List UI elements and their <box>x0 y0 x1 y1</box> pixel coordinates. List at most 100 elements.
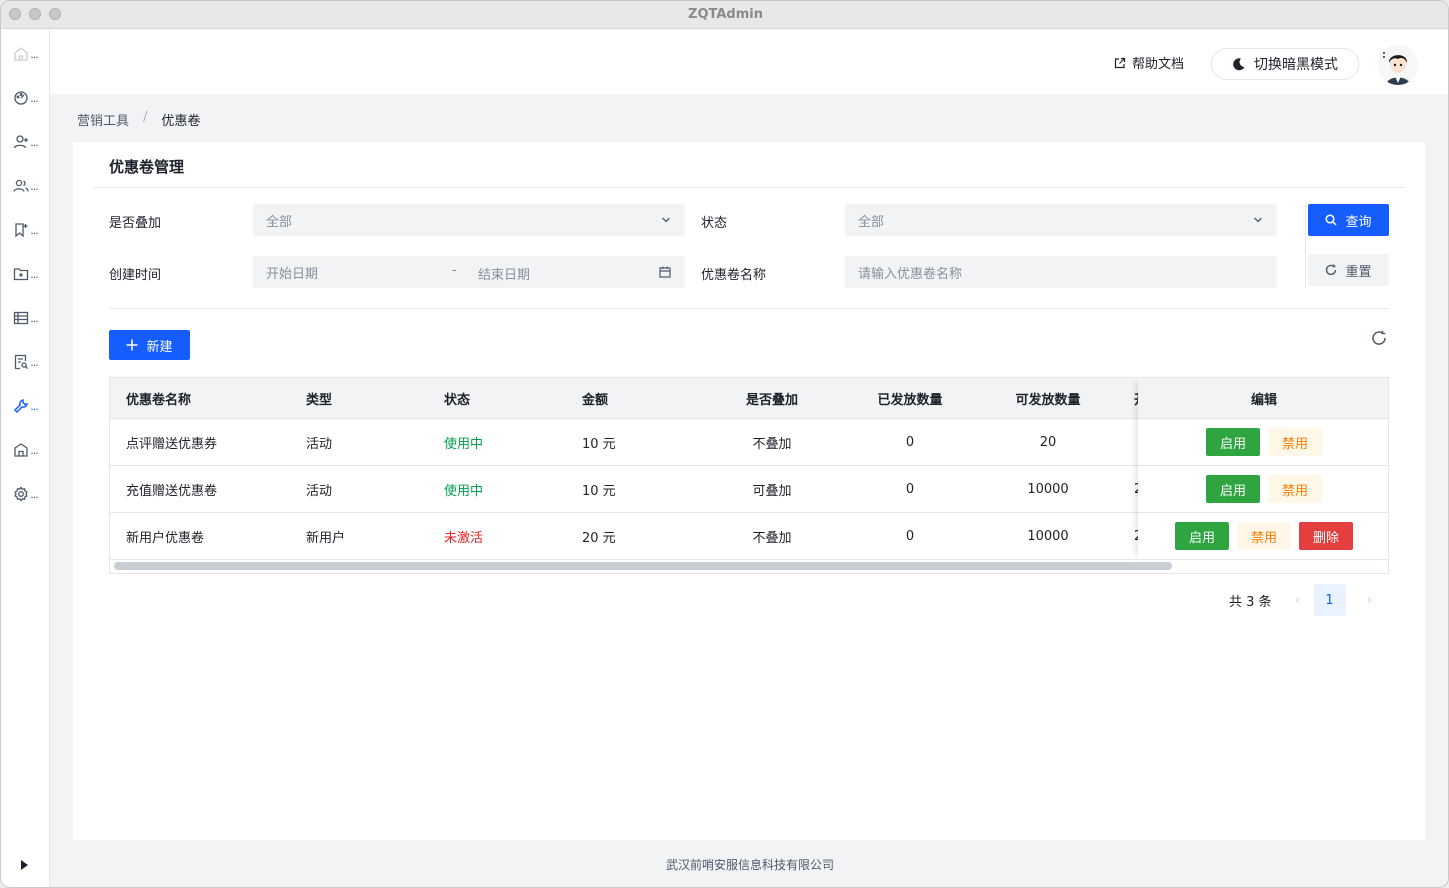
stack-filter-value: 全部 <box>266 214 293 230</box>
sidebar-item-label: ... <box>30 443 38 457</box>
cell-amount: 20 元 <box>582 530 616 546</box>
stack-filter-select[interactable]: 全部 <box>253 204 685 236</box>
plus-icon <box>126 339 138 351</box>
breadcrumb: 营销工具 / 优惠卷 <box>77 110 200 129</box>
start-date-placeholder[interactable]: 开始日期 <box>266 263 318 282</box>
sidebar-item-bookmark[interactable]: ... <box>1 215 50 245</box>
sidebar-item-label: ... <box>30 311 38 325</box>
sidebar-item-home[interactable]: ... <box>1 39 50 69</box>
sidebar-item-label: ... <box>30 267 38 281</box>
cell-available: 10000 <box>1027 528 1069 544</box>
refresh-icon <box>1326 264 1337 276</box>
date-range-separator: - <box>452 263 457 278</box>
sidebar-item-settings[interactable]: ... <box>1 479 50 509</box>
help-docs-link[interactable]: 帮助文档 <box>1114 53 1184 72</box>
search-icon <box>1325 214 1338 226</box>
section-divider <box>109 308 1389 309</box>
sidebar-item-label: ... <box>30 91 38 105</box>
table-icon <box>14 311 29 325</box>
actions-column: 编辑 启用 禁用 启用 禁用 启用 禁用 删除 <box>1138 378 1388 560</box>
user-avatar[interactable] <box>1378 45 1418 85</box>
cell-stack: 可叠加 <box>752 483 792 499</box>
dark-mode-toggle-button[interactable]: 切换暗黑模式 <box>1211 48 1359 80</box>
col-header-available: 可发放数量 <box>1015 392 1081 408</box>
cell-available: 20 <box>1039 434 1057 450</box>
col-header-stack: 是否叠加 <box>745 392 798 408</box>
page-1-button[interactable]: 1 <box>1313 584 1346 616</box>
folder-add-icon <box>14 268 29 281</box>
coupon-table: 优惠卷名称 类型 状态 金额 是否叠加 已发放数量 可发放数量 开 点评赠送优惠… <box>109 377 1389 574</box>
sidebar-item-dashboard[interactable]: ... <box>1 83 50 113</box>
file-search-icon <box>15 354 29 370</box>
enable-button[interactable]: 启用 <box>1205 428 1260 456</box>
next-page-button[interactable]: › <box>1354 584 1386 616</box>
delete-button[interactable]: 删除 <box>1299 522 1354 550</box>
created-time-label: 创建时间 <box>109 268 162 283</box>
query-label: 查询 <box>1345 214 1372 230</box>
end-date-placeholder[interactable]: 结束日期 <box>478 264 530 283</box>
enable-button[interactable]: 启用 <box>1174 522 1229 550</box>
cell-available: 10000 <box>1027 481 1069 497</box>
pagination: 共 3 条 ‹ 1 › <box>1229 584 1386 616</box>
filter-divider <box>1305 204 1306 288</box>
status-filter-label: 状态 <box>701 216 728 231</box>
date-range-picker[interactable]: 开始日期 - 结束日期 <box>253 256 685 288</box>
disable-button[interactable]: 禁用 <box>1268 428 1323 456</box>
coupon-name-input[interactable]: 请输入优惠卷名称 <box>845 256 1277 288</box>
calendar-icon <box>659 266 671 278</box>
moon-icon <box>1233 58 1245 71</box>
stack-filter-label: 是否叠加 <box>109 216 162 231</box>
col-header-issued: 已发放数量 <box>877 392 943 408</box>
sidebar-item-file-search[interactable]: ... <box>1 347 50 377</box>
disable-button[interactable]: 禁用 <box>1268 475 1323 503</box>
new-coupon-button[interactable]: 新建 <box>109 330 190 360</box>
app-window: ZQTAdmin ... ... ... ... ... ... ... ...… <box>0 0 1449 888</box>
sidebar-item-shop[interactable]: ... <box>1 435 50 465</box>
chevron-down-icon <box>1254 217 1262 223</box>
cell-status: 使用中 <box>444 483 484 499</box>
breadcrumb-separator: / <box>143 110 148 125</box>
disable-button[interactable]: 禁用 <box>1236 522 1291 550</box>
cell-issued: 0 <box>905 434 915 450</box>
query-button[interactable]: 查询 <box>1308 204 1389 236</box>
prev-page-button[interactable]: ‹ <box>1282 584 1314 616</box>
cell-stack: 不叠加 <box>752 530 792 546</box>
settings-icon <box>14 486 28 502</box>
sidebar-expand-icon[interactable] <box>19 859 29 871</box>
reset-button[interactable]: 重置 <box>1308 254 1389 286</box>
col-header-amount: 金额 <box>582 392 609 408</box>
avatar-illustration-icon <box>1378 45 1418 85</box>
col-header-actions: 编辑 <box>1138 378 1388 419</box>
sidebar-item-table[interactable]: ... <box>1 303 50 333</box>
bookmark-icon <box>15 223 28 238</box>
sidebar-item-label: ... <box>30 135 38 149</box>
status-filter-select[interactable]: 全部 <box>845 204 1277 236</box>
external-link-icon <box>1114 57 1126 68</box>
cell-name: 点评赠送优惠券 <box>126 436 218 452</box>
window-title: ZQTAdmin <box>688 7 763 22</box>
breadcrumb-parent[interactable]: 营销工具 <box>77 110 129 129</box>
sidebar-item-folder-add[interactable]: ... <box>1 259 50 289</box>
cell-type: 活动 <box>306 483 333 499</box>
sidebar-item-user-add[interactable]: ... <box>1 127 50 157</box>
sidebar-item-label: ... <box>30 47 38 61</box>
coupon-name-label: 优惠卷名称 <box>701 268 767 283</box>
sidebar: ... ... ... ... ... ... ... ... ... ... … <box>1 29 50 887</box>
page-title: 优惠卷管理 <box>109 158 185 176</box>
sidebar-item-user-group[interactable]: ... <box>1 171 50 201</box>
top-header: 帮助文档 切换暗黑模式 <box>50 29 1448 94</box>
tool-icon <box>14 399 29 414</box>
row-actions: 启用 禁用 <box>1138 466 1388 513</box>
cell-status: 未激活 <box>444 530 484 546</box>
table-refresh-icon[interactable] <box>1371 330 1387 346</box>
sidebar-item-label: ... <box>30 355 38 369</box>
sidebar-item-marketing-tools[interactable]: ... <box>1 391 50 421</box>
cell-status: 使用中 <box>444 436 484 452</box>
status-filter-value: 全部 <box>858 214 885 230</box>
horizontal-scrollbar[interactable] <box>114 562 1172 570</box>
footer-company: 武汉前哨安服信息科技有限公司 <box>665 858 834 872</box>
cell-amount: 10 元 <box>582 436 616 452</box>
enable-button[interactable]: 启用 <box>1205 475 1260 503</box>
sidebar-item-label: ... <box>30 223 38 237</box>
breadcrumb-current: 优惠卷 <box>161 114 201 129</box>
